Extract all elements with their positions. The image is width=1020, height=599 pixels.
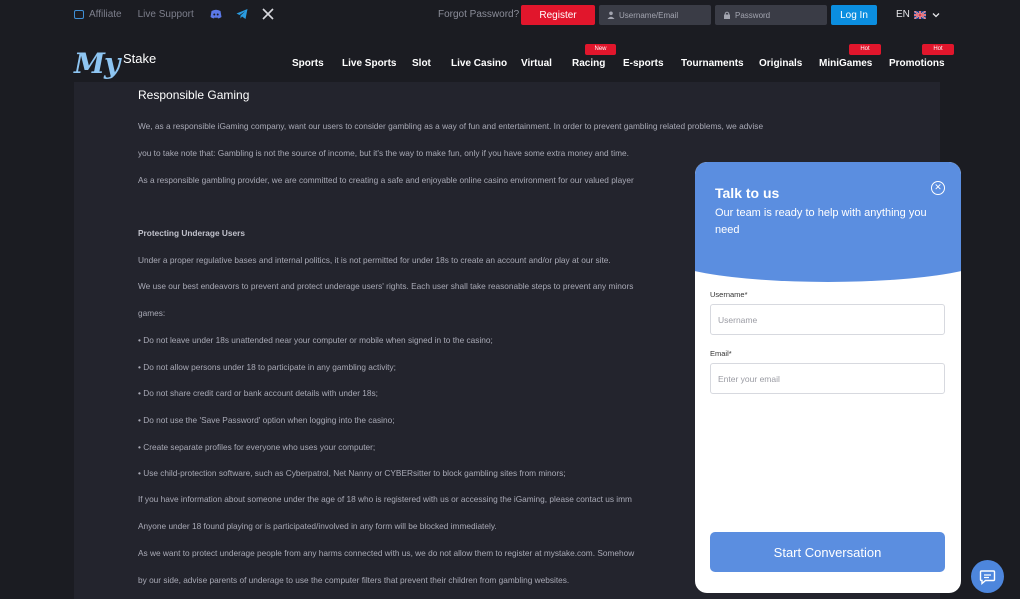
user-icon <box>607 11 615 19</box>
live-support-link[interactable]: Live Support <box>138 9 194 20</box>
paragraph-line: games: <box>138 308 166 318</box>
nav-minigames[interactable]: MiniGames <box>819 58 872 69</box>
login-button[interactable]: Log In <box>831 5 877 25</box>
uk-flag-icon <box>913 10 926 19</box>
username-input[interactable] <box>599 5 711 25</box>
nav-virtual[interactable]: Virtual <box>521 58 552 69</box>
top-bar: Affiliate Live Support Forgot Password? … <box>0 0 1020 30</box>
chat-email-input[interactable] <box>710 363 945 394</box>
chat-username-input[interactable] <box>710 304 945 335</box>
logo-stake: Stake <box>123 51 157 66</box>
nav-esports[interactable]: E-sports <box>623 58 664 69</box>
bullet-item: • Use child-protection software, such as… <box>138 468 566 478</box>
paragraph-line: As we want to protect underage people fr… <box>138 548 635 558</box>
password-input[interactable] <box>715 5 827 25</box>
paragraph-line: Anyone under 18 found playing or is part… <box>138 521 497 531</box>
chat-bubble-icon <box>979 570 996 586</box>
chevron-down-icon <box>932 12 940 17</box>
affiliate-link[interactable]: Affiliate <box>89 9 122 20</box>
discord-icon[interactable] <box>210 8 222 20</box>
nav-sports[interactable]: Sports <box>292 58 324 69</box>
paragraph-line: We, as a responsible iGaming company, wa… <box>138 121 764 131</box>
chat-widget: Talk to us Our team is ready to help wit… <box>695 162 961 593</box>
language-code: EN <box>896 9 910 20</box>
paragraph-line: by our side, advise parents of underage … <box>138 575 570 585</box>
telegram-icon[interactable] <box>236 8 248 20</box>
nav-slot[interactable]: Slot <box>412 58 431 69</box>
bullet-item: • Do not use the 'Save Password' option … <box>138 415 395 425</box>
language-selector[interactable]: EN <box>896 9 940 20</box>
nav-racing[interactable]: Racing <box>572 58 605 69</box>
lock-icon <box>724 11 730 19</box>
affiliate-icon <box>74 9 84 19</box>
promotions-hot-badge: Hot <box>922 44 954 55</box>
bullet-item: • Do not allow persons under 18 to parti… <box>138 362 396 372</box>
nav-tournaments[interactable]: Tournaments <box>681 58 744 69</box>
nav-promotions[interactable]: Promotions <box>889 58 945 69</box>
mystake-logo[interactable]: My Stake <box>74 47 156 80</box>
bullet-item: • Do not share credit card or bank accou… <box>138 388 378 398</box>
x-icon[interactable] <box>262 8 274 20</box>
nav-originals[interactable]: Originals <box>759 58 802 69</box>
nav-live-casino[interactable]: Live Casino <box>451 58 507 69</box>
racing-new-badge: New <box>585 44 616 55</box>
start-conversation-button[interactable]: Start Conversation <box>710 532 945 572</box>
paragraph-line: As a responsible gambling provider, we a… <box>138 175 634 185</box>
paragraph-line: If you have information about someone un… <box>138 494 632 504</box>
forgot-password-link[interactable]: Forgot Password? <box>438 9 519 20</box>
register-button[interactable]: Register <box>521 5 595 25</box>
top-links: Affiliate Live Support <box>74 8 288 20</box>
chat-title: Talk to us <box>715 185 780 201</box>
username-label: Username* <box>710 290 748 299</box>
minigames-hot-badge: Hot <box>849 44 881 55</box>
chat-launcher-button[interactable] <box>971 560 1004 593</box>
bullet-item: • Do not leave under 18s unattended near… <box>138 335 493 345</box>
section-heading: Protecting Underage Users <box>138 228 245 238</box>
email-label: Email* <box>710 349 732 358</box>
paragraph-line: you to take note that: Gambling is not t… <box>138 148 629 158</box>
bullet-item: • Create separate profiles for everyone … <box>138 442 376 452</box>
nav-live-sports[interactable]: Live Sports <box>342 58 396 69</box>
logo-my: My <box>74 47 120 80</box>
close-icon[interactable]: ✕ <box>931 181 945 195</box>
paragraph-line: We use our best endeavors to prevent and… <box>138 281 634 291</box>
chat-subtitle: Our team is ready to help with anything … <box>715 207 927 236</box>
page-title: Responsible Gaming <box>138 88 250 102</box>
paragraph-line: Under a proper regulative bases and inte… <box>138 255 611 265</box>
